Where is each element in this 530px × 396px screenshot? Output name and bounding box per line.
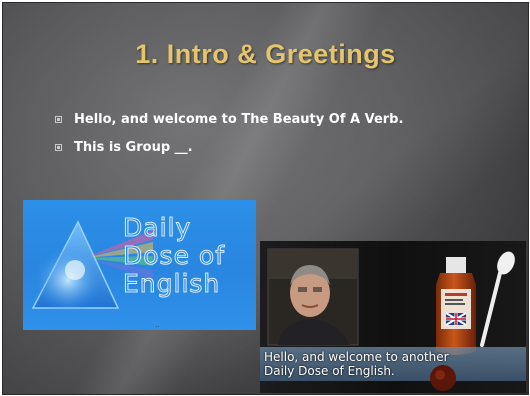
bullet-text: Hello, and welcome to The Beauty Of A Ve… <box>74 111 404 127</box>
video-still: Hello, and welcome to another Daily Dose… <box>260 241 526 393</box>
logo-line: Dose of <box>123 241 225 270</box>
slide: 1. Intro & Greetings Hello, and welcome … <box>2 2 529 395</box>
bullet-list: Hello, and welcome to The Beauty Of A Ve… <box>55 107 403 163</box>
logo-wordmark: Daily Dose of English <box>123 213 253 298</box>
logo-dots: .. <box>155 320 160 329</box>
logo-line: English <box>123 269 221 298</box>
square-bullet-icon <box>55 115 62 123</box>
bullet-item: This is Group __. <box>55 135 403 159</box>
bullet-text: This is Group __. <box>74 139 193 155</box>
slide-title: 1. Intro & Greetings <box>135 39 396 69</box>
video-caption: Hello, and welcome to another Daily Dose… <box>264 350 522 378</box>
square-bullet-icon <box>55 143 62 151</box>
bullet-item: Hello, and welcome to The Beauty Of A Ve… <box>55 107 403 131</box>
daily-dose-logo: Daily Dose of English .. <box>23 200 256 330</box>
logo-line: Daily <box>123 213 192 242</box>
caption-line: Daily Dose of English. <box>264 364 395 378</box>
caption-line: Hello, and welcome to another <box>264 350 449 364</box>
